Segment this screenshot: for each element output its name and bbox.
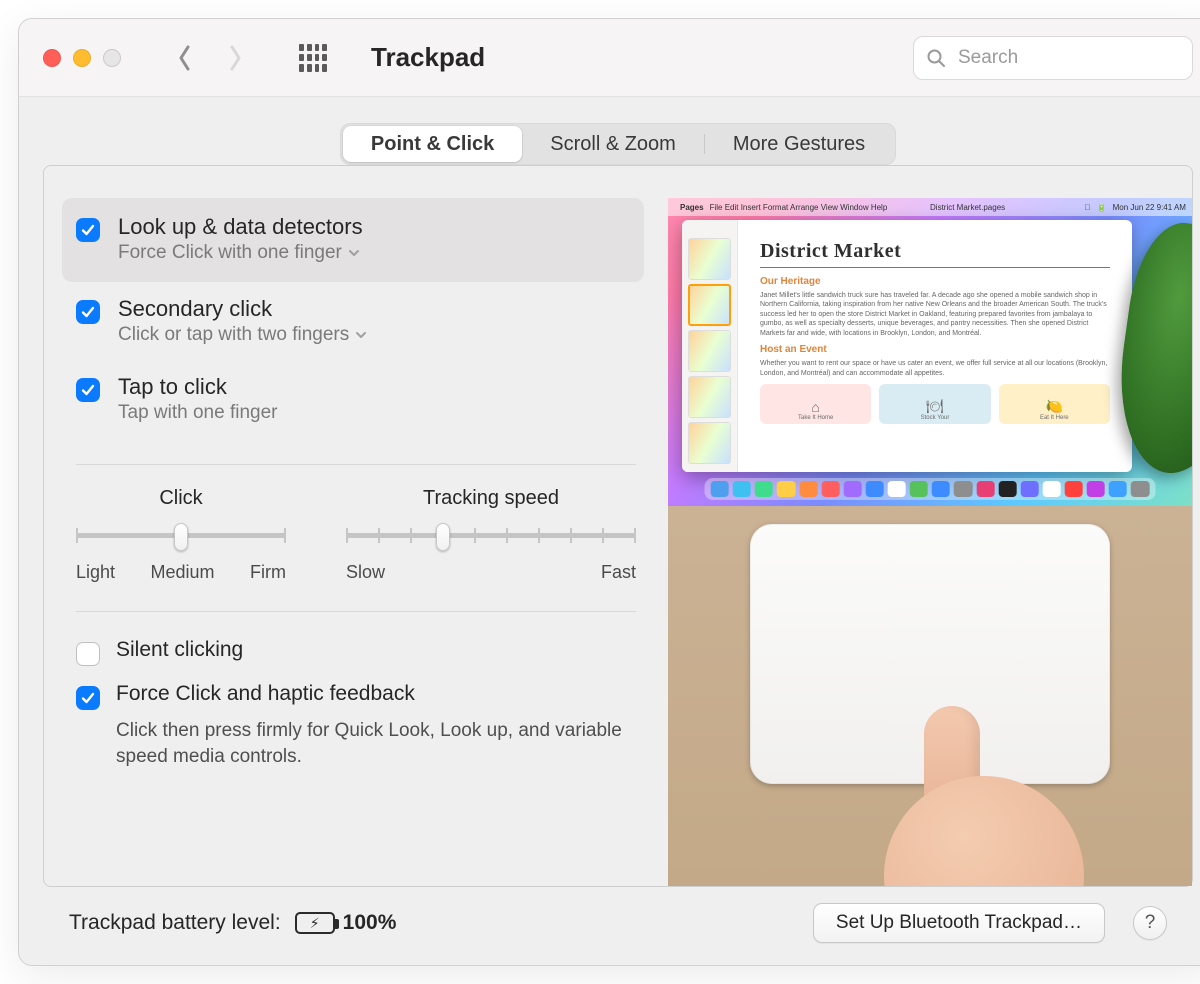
label-medium: Medium [151, 562, 215, 583]
click-slider-legend: Light Medium Firm [76, 562, 286, 583]
tap-checkbox[interactable] [76, 378, 100, 402]
option-tap-to-click[interactable]: Tap to click Tap with one finger [68, 360, 644, 446]
search-icon [926, 48, 946, 68]
silent-title: Silent clicking [116, 638, 243, 662]
click-slider-knob[interactable] [174, 523, 188, 551]
lookup-subtitle-menu[interactable]: Force Click with one finger [118, 242, 363, 264]
tab-label: Point & Click [371, 133, 494, 156]
preview-p2: Whether you want to rent our space or ha… [760, 359, 1110, 378]
label-light: Light [76, 562, 115, 583]
click-slider-title: Click [159, 487, 202, 510]
secondary-title: Secondary click [118, 296, 367, 322]
show-all-prefs-button[interactable] [299, 44, 327, 72]
gesture-preview: Pages File Edit Insert Format Arrange Vi… [668, 198, 1192, 886]
preview-card: ⌂Take It Home [760, 384, 871, 424]
preview-dock [705, 478, 1156, 500]
option-lookup[interactable]: Look up & data detectors Force Click wit… [62, 198, 644, 282]
preview-appwindow: District Market Our Heritage Janet Mille… [682, 220, 1132, 472]
preview-h2: Host an Event [760, 344, 1110, 355]
setup-button-label: Set Up Bluetooth Trackpad… [836, 912, 1082, 934]
tab-bar: Point & Click Scroll & Zoom More Gesture… [340, 123, 896, 165]
battery-label: Trackpad battery level: [69, 911, 281, 935]
preview-p1: Janet Millet's little sandwich truck sur… [760, 291, 1110, 338]
preview-menu-items: File Edit Insert Format Arrange View Win… [710, 203, 888, 212]
tracking-slider-legend: Slow Fast [346, 562, 636, 583]
tab-point-click[interactable]: Point & Click [343, 126, 522, 162]
preview-filename: District Market.pages [930, 203, 1005, 212]
chevron-down-icon [355, 329, 367, 341]
check-icon [80, 382, 96, 398]
click-slider[interactable] [76, 524, 286, 554]
tab-more-gestures[interactable]: More Gestures [705, 126, 893, 162]
window-title: Trackpad [371, 42, 485, 73]
tracking-slider-knob[interactable] [436, 523, 450, 551]
preview-card: 🍋Eat It Here [999, 384, 1110, 424]
label-slow: Slow [346, 562, 385, 583]
preview-hand [894, 706, 1014, 886]
silent-checkbox[interactable] [76, 642, 100, 666]
preview-h1: Our Heritage [760, 276, 1110, 287]
toolbar: Trackpad [19, 19, 1200, 97]
minimize-window-button[interactable] [73, 49, 91, 67]
preview-card: 🍽Stock Your [879, 384, 990, 424]
force-click-description: Click then press firmly for Quick Look, … [116, 718, 636, 769]
tracking-slider-title: Tracking speed [423, 487, 559, 510]
tab-label: More Gestures [733, 133, 865, 156]
tab-label: Scroll & Zoom [550, 133, 676, 156]
tap-subtitle: Tap with one finger [118, 402, 278, 424]
force-title: Force Click and haptic feedback [116, 682, 415, 706]
footer: Trackpad battery level: ⚡︎ 100% Set Up B… [43, 887, 1193, 965]
preview-app-name: Pages [680, 203, 704, 212]
secondary-checkbox[interactable] [76, 300, 100, 324]
battery-icon: ⚡︎ [295, 912, 335, 934]
tap-title: Tap to click [118, 374, 278, 400]
lookup-subtitle: Force Click with one finger [118, 242, 342, 264]
prefs-window: Trackpad Point & Click Scroll & Zoom Mor… [18, 18, 1200, 966]
preview-doc-title: District Market [760, 240, 1110, 268]
tracking-slider[interactable] [346, 524, 636, 554]
option-secondary-click[interactable]: Secondary click Click or tap with two fi… [68, 282, 644, 360]
secondary-subtitle-menu[interactable]: Click or tap with two fingers [118, 324, 367, 346]
battery-percent: 100% [343, 911, 397, 935]
option-force-click[interactable]: Force Click and haptic feedback [76, 674, 636, 718]
divider [76, 611, 636, 612]
check-icon [80, 304, 96, 320]
secondary-subtitle: Click or tap with two fingers [118, 324, 349, 346]
search-input[interactable] [956, 46, 1180, 70]
help-button[interactable]: ? [1133, 906, 1167, 940]
setup-bluetooth-trackpad-button[interactable]: Set Up Bluetooth Trackpad… [813, 903, 1105, 943]
options-pane: Look up & data detectors Force Click wit… [43, 165, 1193, 887]
divider [76, 464, 636, 465]
preview-menubar: Pages File Edit Insert Format Arrange Vi… [668, 198, 1192, 216]
lookup-checkbox[interactable] [76, 218, 100, 242]
close-window-button[interactable] [43, 49, 61, 67]
preview-status-icons: 􀙇🔋Mon Jun 22 9:41 AM [1085, 203, 1186, 212]
content: Point & Click Scroll & Zoom More Gesture… [19, 97, 1200, 965]
back-button[interactable] [177, 44, 193, 72]
label-fast: Fast [601, 562, 636, 583]
search-field[interactable] [913, 36, 1193, 80]
option-silent-clicking[interactable]: Silent clicking [76, 630, 636, 674]
nav-arrows [177, 44, 243, 72]
tab-scroll-zoom[interactable]: Scroll & Zoom [522, 126, 704, 162]
check-icon [80, 222, 96, 238]
window-controls [43, 49, 121, 67]
chevron-down-icon [348, 247, 360, 259]
options-list: Look up & data detectors Force Click wit… [44, 198, 668, 886]
check-icon [80, 690, 96, 706]
preview-clock: Mon Jun 22 9:41 AM [1113, 203, 1186, 212]
preview-trackpad-area [668, 506, 1192, 886]
lookup-title: Look up & data detectors [118, 214, 363, 240]
battery-indicator: ⚡︎ 100% [295, 911, 397, 935]
forward-button[interactable] [227, 44, 243, 72]
preview-desktop: Pages File Edit Insert Format Arrange Vi… [668, 198, 1192, 506]
charging-icon: ⚡︎ [297, 914, 333, 932]
force-checkbox[interactable] [76, 686, 100, 710]
label-firm: Firm [250, 562, 286, 583]
zoom-window-button[interactable] [103, 49, 121, 67]
